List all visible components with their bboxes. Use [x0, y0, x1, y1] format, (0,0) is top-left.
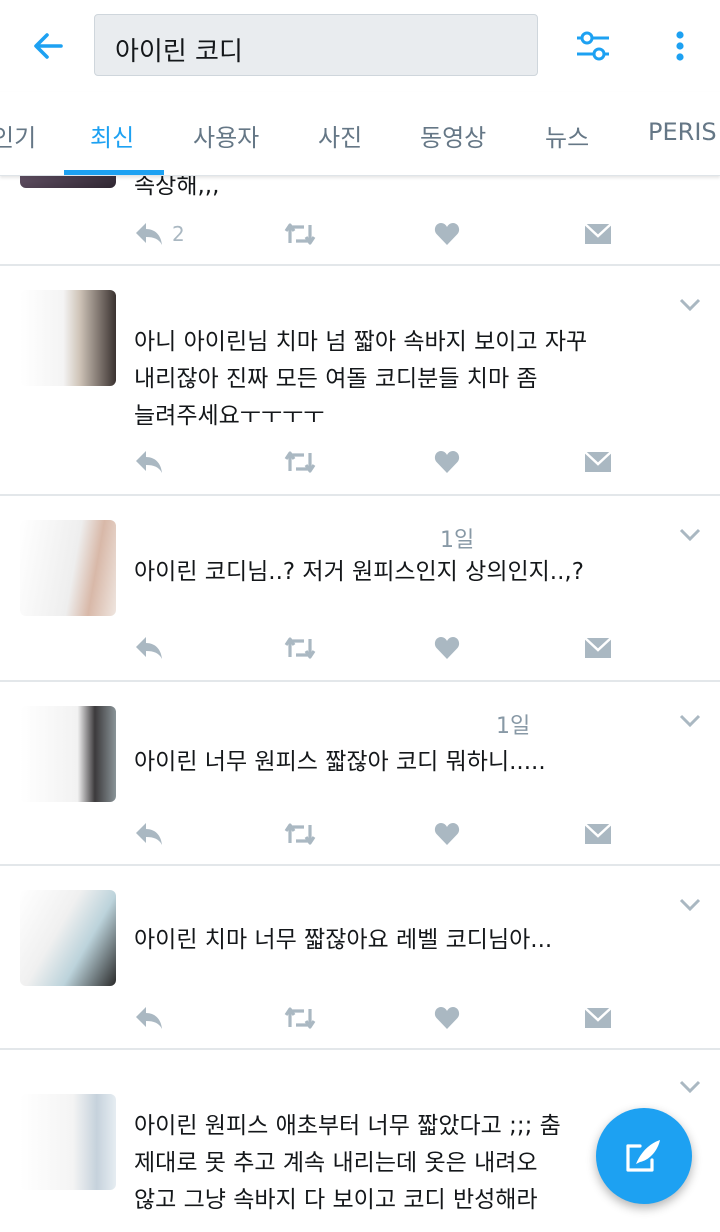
reply-button[interactable]: 2 [134, 216, 185, 252]
like-button[interactable] [434, 630, 460, 666]
reply-icon [136, 823, 162, 845]
tweet-text: 아이린 치마 너무 짧잖아요 레벨 코디님아... [134, 927, 553, 953]
tweet-item[interactable]: 1일 아이린 너무 원피스 짧잖아 코디 뭐하니..... [0, 682, 720, 866]
top-app-bar: 아이린 코디 [0, 0, 720, 92]
reply-icon [136, 1007, 162, 1029]
tweet-item[interactable]: 속상해,,, 2 [0, 176, 720, 266]
search-input[interactable]: 아이린 코디 [94, 14, 538, 76]
like-button[interactable] [434, 1000, 460, 1036]
reply-icon [136, 223, 162, 245]
tab-latest[interactable]: 최신 [90, 118, 134, 153]
envelope-icon [584, 637, 612, 658]
heart-icon [434, 637, 460, 659]
tweet-actions [134, 816, 634, 852]
tweet-text: 아니 아이린님 치마 넘 짧아 속바지 보이고 자꾸 내리잖아 진짜 모든 여돌… [134, 329, 588, 429]
avatar[interactable] [20, 890, 116, 986]
avatar[interactable] [20, 706, 116, 802]
tweet-item[interactable]: 아이린 치마 너무 짧잖아요 레벨 코디님아... [0, 866, 720, 1050]
tweet-actions [134, 1000, 634, 1036]
tweet-item[interactable]: 1일 아이린 코디님..? 저거 원피스인지 상의인지..,? [0, 496, 720, 682]
retweet-button[interactable] [284, 630, 316, 666]
retweet-icon [284, 637, 316, 659]
avatar[interactable] [20, 176, 116, 188]
reply-button[interactable] [134, 444, 164, 480]
arrow-left-icon [34, 33, 63, 59]
tweet-timestamp: 1일 [496, 714, 531, 739]
tab-top[interactable]: 인기 [0, 118, 36, 153]
tab-people[interactable]: 사용자 [193, 118, 259, 153]
heart-icon [434, 223, 460, 245]
tab-videos[interactable]: 동영상 [420, 118, 486, 153]
retweet-button[interactable] [284, 816, 316, 852]
like-button[interactable] [434, 216, 460, 252]
reply-count: 2 [172, 222, 185, 246]
tweet-timestamp: 1일 [440, 528, 475, 553]
more-options-button[interactable] [662, 24, 698, 68]
like-button[interactable] [434, 816, 460, 852]
active-tab-indicator [64, 170, 164, 175]
chevron-down-icon[interactable] [678, 1078, 702, 1096]
envelope-icon [584, 451, 612, 472]
retweet-icon [284, 223, 316, 245]
search-tabs: 인기 최신 사용자 사진 동영상 뉴스 PERIS [0, 92, 720, 176]
direct-message-button[interactable] [584, 444, 612, 480]
back-button[interactable] [26, 26, 70, 66]
chevron-down-icon[interactable] [678, 712, 702, 730]
avatar[interactable] [20, 290, 116, 386]
retweet-button[interactable] [284, 1000, 316, 1036]
tweet-text: 아이린 너무 원피스 짧잖아 코디 뭐하니..... [134, 749, 546, 775]
retweet-icon [284, 451, 316, 473]
envelope-icon [584, 223, 612, 244]
heart-icon [434, 451, 460, 473]
tweet-actions [134, 630, 634, 666]
envelope-icon [584, 823, 612, 844]
retweet-icon [284, 823, 316, 845]
tweet-text: 아이린 코디님..? 저거 원피스인지 상의인지..,? [134, 559, 584, 585]
direct-message-button[interactable] [584, 216, 612, 252]
retweet-button[interactable] [284, 216, 316, 252]
envelope-icon [584, 1007, 612, 1028]
retweet-icon [284, 1007, 316, 1029]
compose-tweet-icon [626, 1140, 660, 1172]
reply-button[interactable] [134, 1000, 164, 1036]
tab-news[interactable]: 뉴스 [545, 118, 589, 153]
compose-tweet-button[interactable] [596, 1108, 692, 1204]
like-button[interactable] [434, 444, 460, 480]
avatar[interactable] [20, 520, 116, 616]
heart-icon [434, 1007, 460, 1029]
retweet-button[interactable] [284, 444, 316, 480]
chevron-down-icon[interactable] [678, 296, 702, 314]
heart-icon [434, 823, 460, 845]
reply-icon [136, 637, 162, 659]
search-filter-button[interactable] [570, 24, 616, 68]
direct-message-button[interactable] [584, 630, 612, 666]
more-vertical-icon [676, 31, 684, 61]
tweet-text: 아이린 원피스 애초부터 너무 짧았다고 ;;; 춤 제대로 못 추고 계속 내… [134, 1113, 561, 1213]
tweet-actions: 2 [134, 216, 634, 252]
tweet-feed[interactable]: 속상해,,, 2 아니 아이린님 치마 넘 짧아 속바지 보이고 자꾸 내리잖아… [0, 176, 720, 1232]
filter-sliders-icon [577, 31, 609, 61]
tab-periscope[interactable]: PERIS [648, 118, 717, 146]
search-query-text: 아이린 코디 [115, 37, 243, 67]
tweet-text: 속상해,,, [134, 176, 220, 199]
direct-message-button[interactable] [584, 1000, 612, 1036]
avatar[interactable] [20, 1094, 116, 1190]
chevron-down-icon[interactable] [678, 896, 702, 914]
tweet-item[interactable]: 아니 아이린님 치마 넘 짧아 속바지 보이고 자꾸 내리잖아 진짜 모든 여돌… [0, 266, 720, 496]
reply-button[interactable] [134, 630, 164, 666]
chevron-down-icon[interactable] [678, 526, 702, 544]
tweet-actions [134, 444, 634, 480]
tab-photos[interactable]: 사진 [318, 118, 362, 153]
reply-icon [136, 451, 162, 473]
direct-message-button[interactable] [584, 816, 612, 852]
reply-button[interactable] [134, 816, 164, 852]
